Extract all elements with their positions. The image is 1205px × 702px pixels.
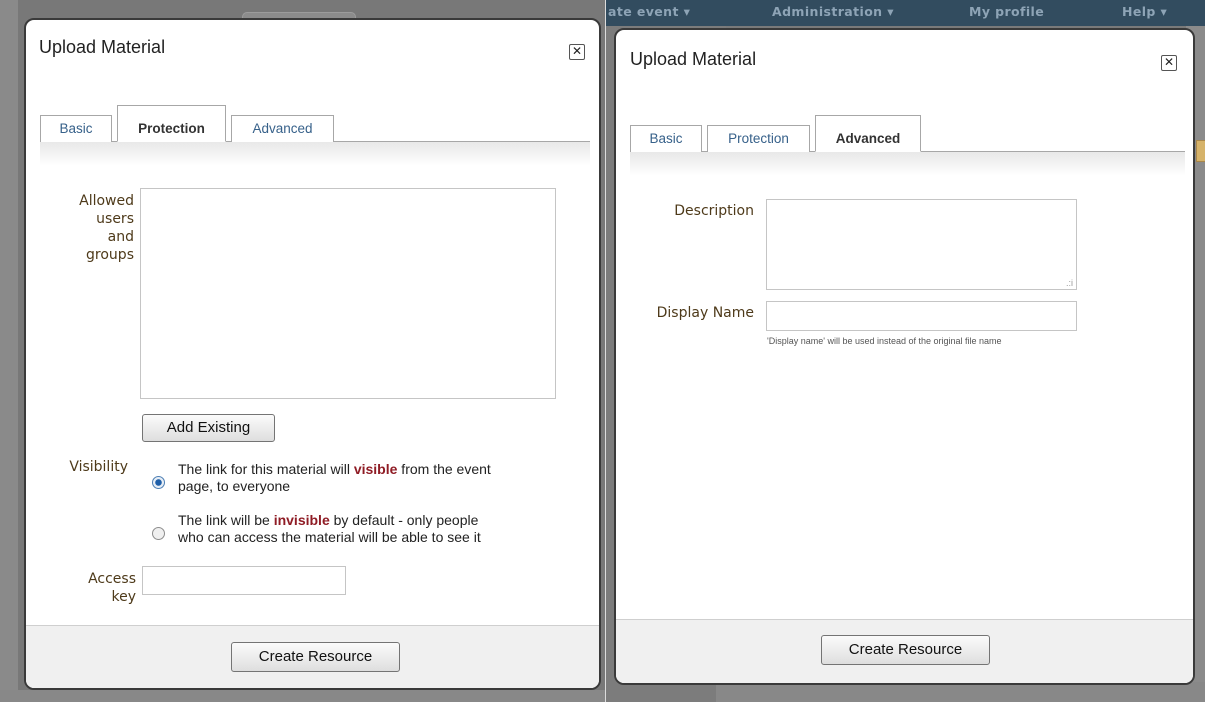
tab-protection[interactable]: Protection: [707, 125, 810, 152]
background-footer-strip: [0, 690, 605, 702]
tabbar-shade: [630, 152, 1185, 176]
add-existing-button[interactable]: Add Existing: [142, 414, 275, 442]
display-name-input[interactable]: [766, 301, 1077, 331]
tab-advanced[interactable]: Advanced: [815, 115, 921, 152]
close-icon[interactable]: ✕: [1161, 55, 1177, 71]
background-page-strip: [0, 0, 18, 702]
menu-my-profile: My profile: [969, 4, 1045, 19]
tab-basic[interactable]: Basic: [40, 115, 112, 142]
close-icon[interactable]: ✕: [569, 44, 585, 60]
visibility-invisible-text: The link will be invisible by default - …: [178, 512, 481, 545]
dialog-footer: Create Resource: [26, 625, 599, 688]
tab-basic[interactable]: Basic: [630, 125, 702, 152]
description-label: Description: [674, 203, 754, 219]
dialog-title: Upload Material: [630, 49, 757, 69]
background-menubar: ate event ▾ Administration ▾ My profile …: [606, 0, 1205, 26]
dialog-header: Upload Material ✕: [26, 20, 599, 80]
tabbar-shade: [40, 142, 590, 166]
allowed-users-list[interactable]: [140, 188, 556, 399]
upload-material-dialog-protection: Upload Material ✕ Basic Protection Advan…: [24, 18, 601, 690]
dialog-title: Upload Material: [39, 37, 166, 57]
menu-create-event: ate event ▾: [608, 4, 691, 19]
create-resource-button[interactable]: Create Resource: [231, 642, 400, 672]
create-resource-button[interactable]: Create Resource: [821, 635, 990, 665]
menu-administration: Administration ▾: [772, 4, 894, 19]
access-key-input[interactable]: [142, 566, 346, 595]
display-name-label: Display Name: [656, 305, 754, 321]
visibility-visible-radio[interactable]: [152, 476, 165, 489]
tab-protection[interactable]: Protection: [117, 105, 226, 142]
description-textarea[interactable]: .:i: [766, 199, 1077, 290]
display-name-hint: 'Display name' will be used instead of t…: [767, 336, 1002, 346]
menu-help: Help ▾: [1122, 4, 1168, 19]
upload-material-dialog-advanced: Upload Material ✕ Basic Protection Advan…: [614, 28, 1195, 685]
tab-advanced[interactable]: Advanced: [231, 115, 334, 142]
access-key-label: Access key: [88, 571, 136, 605]
tab-bar: Basic Protection Advanced: [630, 114, 1185, 152]
dialog-footer: Create Resource: [616, 619, 1193, 683]
visibility-visible-text: The link for this material will visible …: [178, 461, 491, 494]
tab-bar: Basic Protection Advanced: [40, 104, 590, 142]
visibility-invisible-radio[interactable]: [152, 527, 165, 540]
dialog-header: Upload Material ✕: [616, 30, 1193, 90]
screenshot-divider: [605, 0, 606, 702]
allowed-users-label: Allowed users and groups: [79, 193, 134, 263]
background-footer: [716, 682, 1205, 702]
visibility-label: Visibility: [69, 459, 128, 475]
background-orange-tab: [1196, 140, 1205, 162]
resize-grip-icon[interactable]: .:i: [1066, 278, 1073, 288]
